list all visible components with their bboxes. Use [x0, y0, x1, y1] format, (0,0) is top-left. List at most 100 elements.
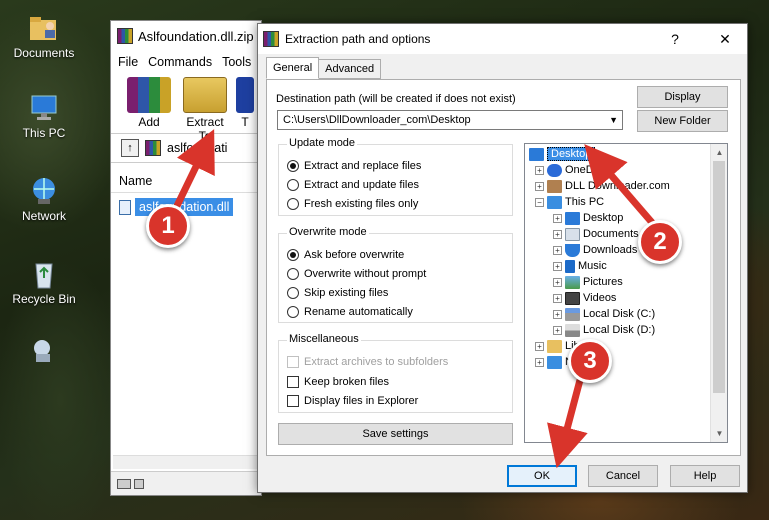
- winrar-titlebar[interactable]: Aslfoundation.dll.zip: [111, 21, 261, 51]
- extract-to-button-label: Extract To: [186, 115, 224, 143]
- scroll-down-icon[interactable]: ▼: [711, 425, 727, 442]
- desktop-icon-network[interactable]: Network: [4, 175, 84, 223]
- tree-item-pictures[interactable]: + Pictures: [553, 274, 623, 290]
- step-badge-1: 1: [146, 204, 190, 248]
- tree-label: OneDr: [565, 164, 598, 176]
- up-folder-icon[interactable]: ↑: [121, 139, 139, 157]
- expand-icon[interactable]: +: [535, 181, 544, 191]
- ok-button[interactable]: OK: [507, 465, 577, 487]
- radio-rename-automatically[interactable]: Rename automatically: [287, 306, 413, 318]
- destination-path-input[interactable]: C:\Users\DllDownloader_com\Desktop ▼: [277, 110, 623, 130]
- tree-item-pc-desktop[interactable]: + Desktop: [553, 210, 623, 226]
- display-button[interactable]: Display: [637, 86, 728, 108]
- column-header-name[interactable]: Name: [111, 169, 261, 193]
- chevron-down-icon[interactable]: ▼: [609, 111, 618, 129]
- desktop-icon-label: Recycle Bin: [12, 292, 76, 306]
- tree-label: Downloads: [583, 244, 638, 256]
- radio-icon[interactable]: [287, 306, 299, 318]
- expand-icon[interactable]: +: [553, 309, 562, 319]
- radio-overwrite-without-prompt[interactable]: Overwrite without prompt: [287, 268, 426, 280]
- tree-label: Documents: [583, 228, 639, 240]
- cancel-button[interactable]: Cancel: [588, 465, 658, 487]
- tab-general[interactable]: General: [266, 57, 320, 79]
- desktop-icon-documents[interactable]: Documents: [4, 12, 84, 60]
- winrar-logo-icon: [263, 31, 279, 47]
- expand-icon[interactable]: +: [535, 341, 544, 351]
- option-label: Overwrite without prompt: [304, 268, 427, 280]
- expand-icon[interactable]: +: [553, 213, 562, 223]
- expand-icon[interactable]: +: [553, 261, 562, 271]
- tree-label: DLL Downloader.com: [565, 180, 670, 192]
- expand-icon[interactable]: +: [553, 277, 562, 287]
- destination-path-value: C:\Users\DllDownloader_com\Desktop: [283, 114, 471, 126]
- tree-item-downloads[interactable]: + Downloads: [553, 242, 637, 258]
- radio-icon[interactable]: [287, 287, 299, 299]
- scroll-thumb[interactable]: [713, 161, 725, 393]
- desktop-icon-partial[interactable]: [4, 336, 84, 370]
- tree-item-documents[interactable]: + Documents: [553, 226, 639, 242]
- tree-vertical-scrollbar[interactable]: ▲ ▼: [710, 144, 727, 442]
- expand-icon[interactable]: +: [535, 165, 544, 175]
- documents-icon: [565, 227, 580, 241]
- radio-icon[interactable]: [287, 268, 299, 280]
- tree-item-music[interactable]: + Music: [553, 258, 607, 274]
- radio-skip-existing[interactable]: Skip existing files: [287, 287, 388, 299]
- menu-commands[interactable]: Commands: [148, 55, 212, 69]
- horizontal-scrollbar[interactable]: [113, 455, 259, 469]
- dialog-titlebar[interactable]: Extraction path and options ? ✕: [258, 24, 747, 54]
- tree-item-local-disk-c[interactable]: + Local Disk (C:): [553, 306, 655, 322]
- checkbox-keep-broken[interactable]: Keep broken files: [287, 376, 389, 388]
- tree-item-onedrive[interactable]: + OneDr: [535, 162, 597, 178]
- tree-item-this-pc[interactable]: − This PC: [535, 194, 604, 210]
- menu-tools[interactable]: Tools: [222, 55, 251, 69]
- radio-selected-icon[interactable]: [287, 249, 299, 261]
- help-icon[interactable]: ?: [653, 31, 697, 47]
- extract-folder-icon: [183, 77, 227, 113]
- winrar-toolbar: Add Extract To T: [111, 73, 261, 143]
- test-button[interactable]: T: [235, 77, 255, 133]
- desktop-icon-this-pc[interactable]: This PC: [4, 92, 84, 140]
- desktop-icon-recycle-bin[interactable]: Recycle Bin: [4, 258, 84, 306]
- tree-item-local-disk-d[interactable]: + Local Disk (D:): [553, 322, 655, 338]
- help-button[interactable]: Help: [670, 465, 740, 487]
- option-label: Extract and replace files: [304, 160, 422, 172]
- pictures-icon: [565, 275, 580, 289]
- radio-fresh-existing[interactable]: Fresh existing files only: [287, 198, 418, 210]
- archive-add-icon: [127, 77, 171, 113]
- checkbox-icon[interactable]: [287, 376, 299, 388]
- tree-item-dll-downloader[interactable]: + DLL Downloader.com: [535, 178, 670, 194]
- extract-to-button[interactable]: Extract To: [179, 77, 231, 143]
- option-label: Ask before overwrite: [304, 249, 405, 261]
- radio-selected-icon[interactable]: [287, 160, 299, 172]
- checkbox-icon[interactable]: [287, 395, 299, 407]
- expand-icon[interactable]: +: [535, 357, 544, 367]
- collapse-icon[interactable]: −: [535, 197, 544, 207]
- expand-icon[interactable]: +: [553, 293, 562, 303]
- tab-advanced[interactable]: Advanced: [318, 59, 382, 79]
- radio-icon[interactable]: [287, 179, 299, 191]
- tree-label: Desktop: [583, 212, 624, 224]
- radio-icon[interactable]: [287, 198, 299, 210]
- close-icon[interactable]: ✕: [703, 31, 747, 48]
- tree-item-desktop[interactable]: Desktop: [529, 146, 596, 162]
- checkbox-display-explorer[interactable]: Display files in Explorer: [287, 395, 418, 407]
- tree-item-videos[interactable]: + Videos: [553, 290, 616, 306]
- add-button[interactable]: Add: [123, 77, 175, 133]
- new-folder-button[interactable]: New Folder: [637, 110, 728, 132]
- folder-tree[interactable]: Desktop + OneDr + DLL Downloader.com − This…: [524, 143, 728, 443]
- expand-icon[interactable]: +: [553, 229, 562, 239]
- scroll-up-icon[interactable]: ▲: [711, 144, 727, 161]
- table-row[interactable]: aslfoundation.dll: [119, 197, 261, 217]
- radio-extract-replace[interactable]: Extract and replace files: [287, 160, 421, 172]
- save-settings-button[interactable]: Save settings: [278, 423, 513, 445]
- expand-icon[interactable]: +: [553, 245, 562, 255]
- desktop-icon: [565, 211, 580, 225]
- drive-icon: [565, 307, 580, 321]
- radio-extract-update[interactable]: Extract and update files: [287, 179, 419, 191]
- tree-label: Pictures: [583, 276, 623, 288]
- tree-label: Videos: [583, 292, 617, 304]
- expand-icon[interactable]: +: [553, 325, 562, 335]
- menu-file[interactable]: File: [118, 55, 138, 69]
- address-path[interactable]: aslfoundati: [167, 141, 227, 155]
- radio-ask-before-overwrite[interactable]: Ask before overwrite: [287, 249, 404, 261]
